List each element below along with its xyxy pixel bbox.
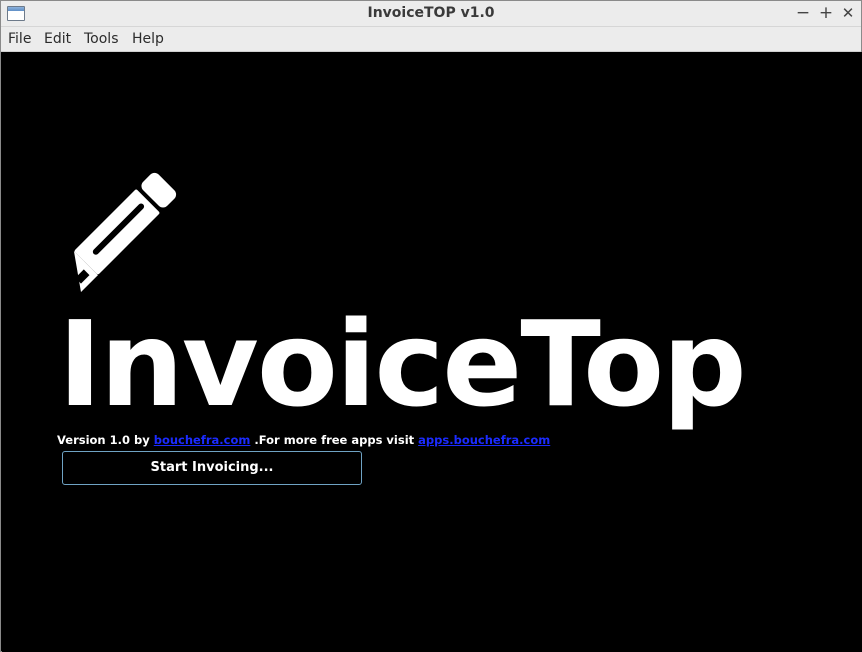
title-bar[interactable]: InvoiceTOP v1.0 − + ✕ — [1, 1, 861, 27]
splash-panel: InvoiceTop Version 1.0 by bouchefra.com … — [2, 52, 862, 652]
app-window: InvoiceTOP v1.0 − + ✕ File Edit Tools He… — [0, 0, 862, 652]
more-apps-text: .For more free apps visit — [250, 433, 419, 447]
menu-tools[interactable]: Tools — [84, 31, 119, 47]
pencil-icon — [73, 172, 177, 292]
start-invoicing-button[interactable]: Start Invoicing... — [62, 451, 362, 485]
menu-bar: File Edit Tools Help — [1, 27, 861, 52]
menu-help[interactable]: Help — [132, 31, 164, 47]
maximize-button[interactable]: + — [816, 3, 836, 23]
logo-wordmark: InvoiceTop — [58, 295, 747, 433]
close-button[interactable]: ✕ — [838, 3, 858, 23]
apps-link[interactable]: apps.bouchefra.com — [418, 433, 550, 447]
author-link[interactable]: bouchefra.com — [154, 433, 251, 447]
minimize-button[interactable]: − — [793, 3, 813, 23]
menu-file[interactable]: File — [8, 31, 31, 47]
version-prefix: Version 1.0 by — [57, 433, 154, 447]
menu-edit[interactable]: Edit — [44, 31, 71, 47]
version-info: Version 1.0 by bouchefra.com .For more f… — [57, 433, 550, 447]
window-title: InvoiceTOP v1.0 — [367, 5, 495, 21]
